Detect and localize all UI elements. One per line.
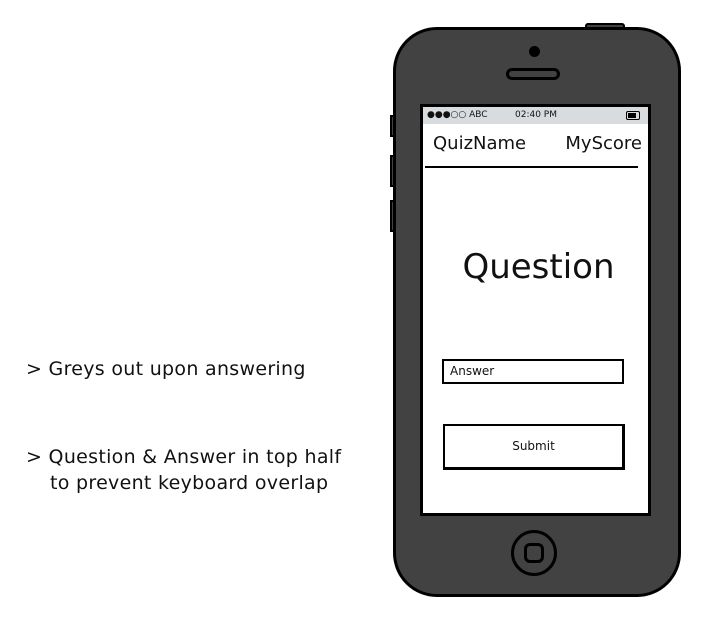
speaker-icon [506,68,560,80]
answer-input[interactable]: Answer [442,359,624,384]
battery-icon [626,111,640,120]
quiz-name: QuizName [433,133,527,154]
status-bar: ●●●○○ ABC 02:40 PM [423,107,648,124]
question-text: Question [462,247,615,287]
status-time: 02:40 PM [515,110,557,120]
phone-screen: ●●●○○ ABC 02:40 PM QuizName MyScore Ques… [420,104,651,516]
signal-indicator: ●●●○○ ABC [427,110,488,120]
home-square-icon [524,543,544,563]
my-score: MyScore [565,133,642,154]
submit-button[interactable]: Submit [443,424,625,470]
annotation-keyboard: to prevent keyboard overlap [50,472,329,494]
camera-icon [529,46,540,57]
header-divider [425,166,638,168]
annotation-top-half: > Question & Answer in top half [26,446,342,468]
annotation-greys-out: > Greys out upon answering [26,358,306,380]
